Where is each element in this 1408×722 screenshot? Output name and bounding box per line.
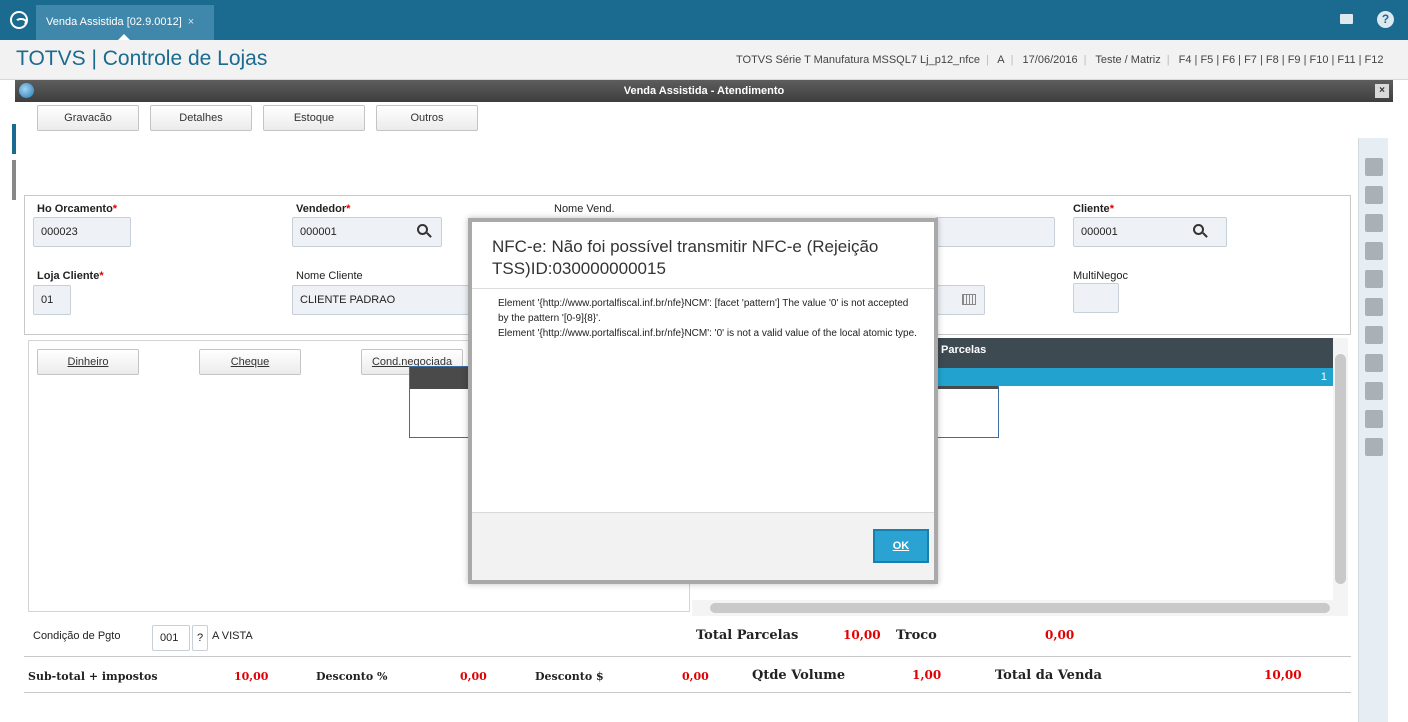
import-icon[interactable] (1365, 214, 1383, 232)
outros-button[interactable]: Outros (376, 105, 478, 131)
orcamento-field[interactable]: 000023 (33, 217, 131, 247)
dialog-message-line-2: Element '{http://www.portalfiscal.inf.br… (498, 328, 917, 339)
desconto-pct-label: Desconto % (316, 670, 388, 683)
nome-vend-field[interactable] (935, 217, 1055, 247)
key-icon[interactable] (1365, 410, 1383, 428)
dialog-footer: OK (472, 512, 934, 580)
window-title: Venda Assistida - Atendimento (623, 85, 785, 97)
vendedor-search-icon[interactable] (417, 224, 428, 235)
grid-horizontal-scrollbar[interactable] (692, 600, 1348, 616)
app-header: TOTVS | Controle de Lojas TOTVS Série T … (0, 40, 1408, 80)
nome-cliente-label: Nome Cliente (296, 270, 363, 282)
error-dialog: NFC-e: Não foi possível transmitir NFC-e… (468, 218, 938, 584)
document-icon[interactable] (1365, 270, 1383, 288)
left-accent (12, 124, 16, 154)
cliente-search-icon[interactable] (1193, 224, 1204, 235)
grid-vertical-scrollbar[interactable] (1333, 338, 1348, 600)
mail-icon[interactable] (1340, 14, 1353, 24)
troco-label: Troco (896, 628, 937, 643)
cond-pgto-help-button[interactable]: ? (192, 625, 208, 651)
nome-vend-label: Nome Vend. (554, 203, 615, 215)
date-label[interactable]: 17/06/2016 (1023, 54, 1078, 66)
function-keys[interactable]: F4 | F5 | F6 | F7 | F8 | F9 | F10 | F11 … (1179, 54, 1384, 66)
parcelas-header: Parcelas (935, 338, 1333, 368)
cart-icon[interactable] (1365, 242, 1383, 260)
total-parcelas-label: Total Parcelas (696, 628, 799, 643)
multinegoc-field[interactable] (1073, 283, 1119, 313)
cond-pgto-label: Condição de Pgto (33, 630, 121, 642)
dialog-title: NFC-e: Não foi possível transmitir NFC-e… (492, 237, 879, 278)
dialog-divider (472, 288, 934, 289)
left-accent-secondary (12, 160, 16, 200)
refresh-icon[interactable] (1365, 438, 1383, 456)
totvs-logo-icon[interactable] (10, 11, 28, 29)
save-icon[interactable] (1365, 158, 1383, 176)
troco-value: 0,00 (1045, 628, 1075, 642)
tab-label: Venda Assistida [02.9.0012] (46, 16, 182, 28)
estoque-button[interactable]: Estoque (263, 105, 365, 131)
subtotal-label: Sub-total + impostos (28, 670, 158, 683)
qtde-volume-label: Qtde Volume (752, 668, 846, 683)
header-info: TOTVS Série T Manufatura MSSQL7 Lj_p12_n… (736, 54, 1384, 66)
tools-icon[interactable] (1365, 186, 1383, 204)
multinegoc-label: MultiNegoc (1073, 270, 1129, 282)
dialog-message-line-1: Element '{http://www.portalfiscal.inf.br… (498, 298, 909, 324)
desconto-pct-value: 0,00 (460, 670, 487, 683)
gravacao-button[interactable]: Gravacão (37, 105, 139, 131)
tab-close-icon[interactable]: × (188, 16, 194, 28)
loja-cliente-field[interactable]: 01 (33, 285, 71, 315)
top-tab-bar: Venda Assistida [02.9.0012] × ? (0, 0, 1408, 40)
help-icon[interactable]: ? (1377, 11, 1394, 28)
nome-cliente-field[interactable]: CLIENTE PADRAO (292, 285, 472, 315)
card-icon[interactable] (1365, 382, 1383, 400)
loja-cliente-label: Loja Cliente* (37, 270, 104, 282)
detalhes-button[interactable]: Detalhes (150, 105, 252, 131)
cheque-button[interactable]: Cheque (199, 349, 301, 375)
date-field[interactable] (935, 285, 985, 315)
tab-venda-assistida[interactable]: Venda Assistida [02.9.0012] × (36, 5, 214, 40)
total-parcelas-value: 10,00 (843, 628, 881, 642)
desconto-val-value: 0,00 (682, 670, 709, 683)
total-venda-value: 10,00 (1264, 668, 1302, 682)
window-close-icon[interactable]: × (1375, 84, 1389, 98)
cliente-label: Cliente* (1073, 203, 1114, 215)
window-titlebar: Venda Assistida - Atendimento × (15, 80, 1393, 102)
qtde-volume-value: 1,00 (912, 668, 942, 682)
total-venda-label: Total da Venda (995, 668, 1102, 683)
basket-icon[interactable] (1365, 354, 1383, 372)
dialog-message: Element '{http://www.portalfiscal.inf.br… (498, 296, 918, 341)
window-icon (19, 83, 34, 98)
printer-icon[interactable] (1365, 298, 1383, 316)
cond-pgto-desc: A VISTA (212, 630, 253, 642)
mode-label[interactable]: A (997, 54, 1004, 66)
environment-label[interactable]: TOTVS Série T Manufatura MSSQL7 Lj_p12_n… (736, 54, 980, 66)
parcelas-row-selected[interactable]: 1 (935, 368, 1333, 386)
totals-bottom-divider (24, 692, 1351, 693)
dinheiro-button[interactable]: Dinheiro (37, 349, 139, 375)
company-label[interactable]: Teste / Matriz (1095, 54, 1160, 66)
vendedor-label: Vendedor* (296, 203, 351, 215)
totals-divider (24, 656, 1351, 657)
money-icon[interactable] (1365, 326, 1383, 344)
ok-button[interactable]: OK (873, 529, 929, 563)
calculator-icon[interactable] (962, 294, 976, 305)
cond-pgto-field[interactable]: 001 (152, 625, 190, 651)
subtotal-value: 10,00 (234, 670, 269, 683)
right-toolbar (1358, 138, 1388, 722)
orcamento-label: Ho Orcamento* (37, 203, 118, 215)
app-title: TOTVS | Controle de Lojas (16, 47, 268, 70)
desconto-val-label: Desconto $ (535, 670, 604, 683)
